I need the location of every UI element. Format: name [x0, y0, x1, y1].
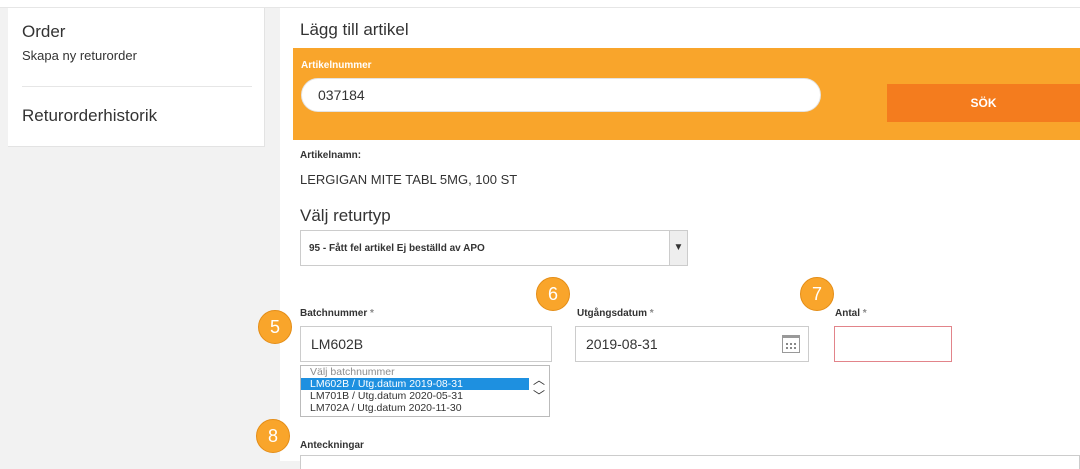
page-title: Lägg till artikel	[300, 20, 409, 39]
step-badge-7: 7	[800, 277, 834, 311]
article-name-label: Artikelnamn:	[300, 150, 362, 161]
return-type-selected-value: 95 - Fått fel artikel Ej beställd av APO	[309, 243, 485, 254]
sidebar-item-new-return-order[interactable]: Skapa ny returorder	[22, 48, 137, 63]
calendar-icon[interactable]	[782, 335, 800, 353]
sidebar-title: Order	[22, 22, 66, 41]
search-button[interactable]: SÖK	[887, 84, 1080, 122]
batch-number-listbox[interactable]: Välj batchnummer LM602B / Utg.datum 2019…	[300, 365, 550, 417]
article-number-label: Artikelnummer	[301, 60, 372, 71]
required-marker: *	[370, 308, 374, 319]
sidebar-divider	[22, 86, 252, 87]
chevron-down-icon[interactable]: ▼	[669, 231, 687, 265]
batch-number-label: Batchnummer *	[300, 308, 374, 319]
required-marker: *	[649, 308, 654, 319]
expiry-date-value: 2019-08-31	[586, 336, 658, 352]
article-search-panel: Artikelnummer 037184 SÖK	[293, 48, 1080, 140]
list-item-selected[interactable]: LM602B / Utg.datum 2019-08-31	[301, 378, 530, 390]
required-marker: *	[862, 308, 867, 319]
list-item[interactable]: Välj batchnummer	[301, 366, 530, 378]
notes-input[interactable]	[300, 455, 1080, 469]
listbox-scrollbar[interactable]: ︿ ﹀	[529, 366, 549, 416]
quantity-label: Antal *	[835, 308, 867, 319]
step-badge-6: 6	[536, 277, 570, 311]
step-badge-5: 5	[258, 310, 292, 344]
step-badge-8: 8	[256, 419, 290, 453]
article-number-input[interactable]: 037184	[301, 78, 821, 112]
article-name-value: LERGIGAN MITE TABL 5MG, 100 ST	[300, 172, 518, 187]
quantity-input[interactable]	[834, 326, 952, 362]
top-bar	[0, 0, 1080, 8]
chevron-up-icon[interactable]: ︿	[533, 374, 545, 386]
sidebar-item-return-order-history[interactable]: Returorderhistorik	[22, 106, 157, 126]
list-item[interactable]: LM701B / Utg.datum 2020-05-31	[301, 390, 530, 402]
return-type-heading: Välj returtyp	[300, 206, 391, 225]
sidebar: Order Skapa ny returorder Returorderhist…	[8, 8, 265, 147]
list-item[interactable]: LM702A / Utg.datum 2020-11-30	[301, 402, 530, 414]
expiry-date-input[interactable]: 2019-08-31	[575, 326, 809, 362]
expiry-date-label: Utgångsdatum *	[577, 308, 654, 319]
chevron-down-icon[interactable]: ﹀	[533, 390, 545, 402]
batch-number-input[interactable]: LM602B	[300, 326, 552, 362]
main-panel: Lägg till artikel Artikelnummer 037184 S…	[280, 8, 1080, 469]
return-type-select[interactable]: 95 - Fått fel artikel Ej beställd av APO…	[300, 230, 688, 266]
notes-label: Anteckningar	[300, 440, 364, 451]
